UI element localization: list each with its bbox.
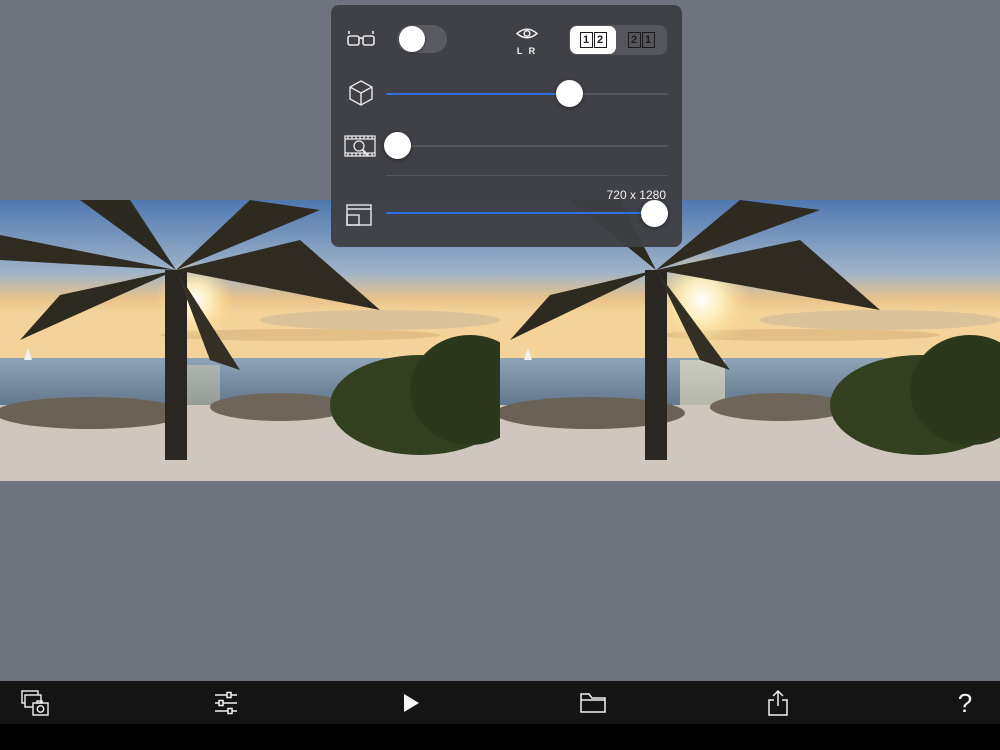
depth-slider-thumb[interactable] (556, 80, 583, 107)
help-icon: ? (957, 687, 973, 718)
anaglyph-toggle[interactable] (397, 25, 447, 53)
sliders-icon (215, 691, 237, 715)
panel-divider (386, 175, 668, 176)
order-21-option[interactable]: 21 (618, 26, 664, 54)
depth-slider[interactable] (386, 93, 668, 95)
cube-icon (347, 79, 375, 107)
folder-icon (580, 693, 606, 713)
zoom-film-icon (344, 134, 378, 160)
depth-slider-fill (386, 93, 570, 95)
window-size-icon (346, 204, 372, 226)
bottom-safe-area (0, 724, 1000, 750)
eye-order-segmented-control: 12 21 (569, 25, 667, 55)
play-button[interactable] (396, 689, 426, 717)
size-slider-thumb[interactable] (641, 200, 668, 227)
view-mode-label: L R (516, 46, 538, 56)
zoom-slider-thumb[interactable] (384, 132, 411, 159)
size-slider-fill (386, 212, 658, 214)
bottom-toolbar: ? (0, 681, 1000, 724)
photo-library-button[interactable] (21, 689, 51, 717)
view-mode-button[interactable]: L R (513, 27, 541, 56)
3d-glasses-icon (346, 30, 376, 50)
zoom-slider[interactable] (386, 145, 668, 147)
order-12-option[interactable]: 12 (570, 26, 616, 54)
adjustments-button[interactable] (211, 689, 241, 717)
toggle-knob (399, 26, 425, 52)
share-icon (768, 689, 788, 716)
stereo-settings-panel: L R 12 21 720 x 1280 (331, 5, 682, 247)
photo-library-icon (21, 690, 49, 716)
help-button[interactable]: ? (950, 687, 980, 718)
eye-icon (515, 28, 539, 39)
share-button[interactable] (763, 689, 793, 717)
open-folder-button[interactable] (578, 689, 608, 717)
play-icon (404, 694, 419, 712)
size-slider[interactable] (386, 212, 668, 214)
